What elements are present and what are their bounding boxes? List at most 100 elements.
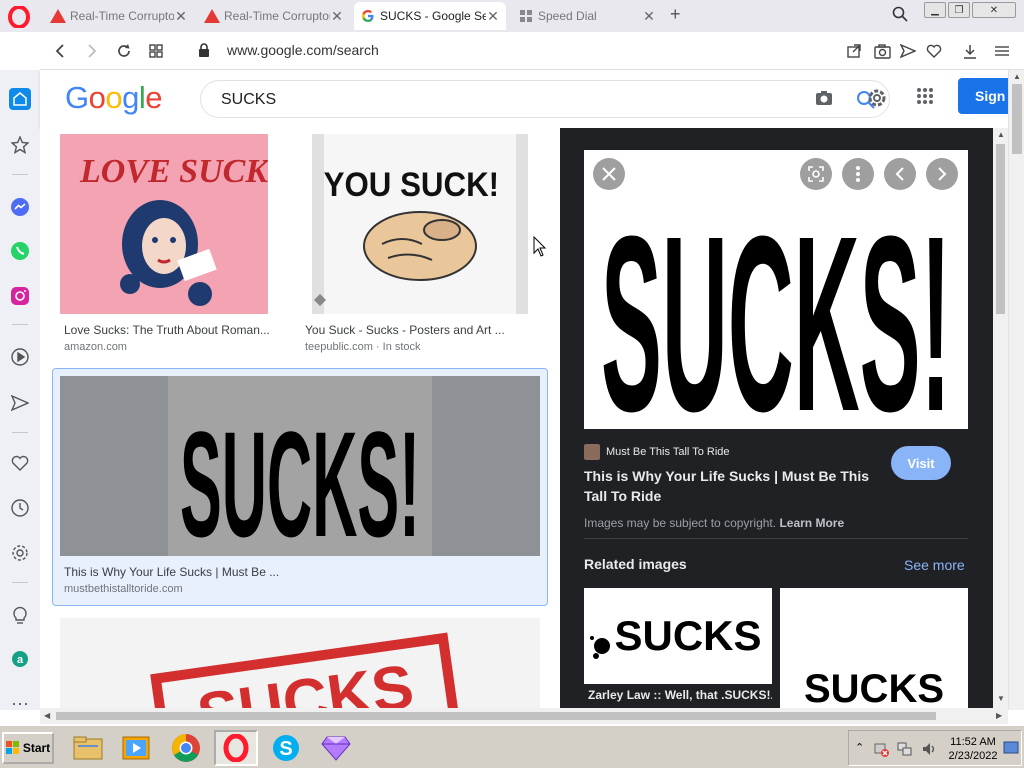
close-window-button[interactable]: ✕	[972, 2, 1016, 18]
preview-image[interactable]: SUCKS!	[584, 150, 968, 429]
preview-scrollbar[interactable]: ▲ ▼	[993, 128, 1008, 708]
volume-icon[interactable]	[921, 741, 937, 757]
tab-close-icon[interactable]: ✕	[330, 8, 344, 25]
tab-search-icon[interactable]	[892, 6, 908, 22]
tab-speed-dial[interactable]: Speed Dial ✕	[512, 2, 662, 30]
result-title[interactable]: Love Sucks: The Truth About Roman...	[64, 323, 274, 337]
next-image-icon[interactable]	[926, 158, 958, 190]
home-icon[interactable]	[9, 88, 31, 110]
my-flow-heart-icon[interactable]	[9, 452, 31, 474]
network-computers-icon[interactable]	[897, 741, 913, 757]
google-header: Google SUCKS Sign	[40, 70, 1018, 128]
tab-real-time-corruptor-1[interactable]: Real-Time Corruptor ✕	[44, 2, 194, 30]
page-scrollbar[interactable]: ▲	[1008, 70, 1024, 710]
history-clock-icon[interactable]	[9, 497, 31, 519]
result-image-love-sucks[interactable]: LOVE SUCKS	[60, 134, 268, 314]
previous-image-icon[interactable]	[884, 158, 916, 190]
instagram-icon[interactable]	[9, 285, 31, 307]
tab-close-icon[interactable]: ✕	[642, 8, 656, 25]
related-image-caption[interactable]: Zarley Law :: Well, that .SUCKS!...	[584, 684, 772, 708]
player-icon[interactable]	[9, 346, 31, 368]
preview-source[interactable]: Must Be This Tall To Ride	[584, 444, 730, 460]
download-icon[interactable]	[960, 41, 980, 61]
restore-window-button[interactable]: ❐	[948, 2, 970, 18]
image-results-grid: LOVE SUCKS Love Sucks: The Truth About R…	[40, 128, 560, 708]
media-player-icon[interactable]	[114, 730, 158, 766]
tab-label: Speed Dial	[538, 9, 597, 23]
more-dots-icon[interactable]: ···	[9, 692, 31, 714]
tab-real-time-corruptor-2[interactable]: Real-Time Corruptor ✕	[198, 2, 350, 30]
address-bar: www.google.com/search	[40, 32, 1024, 70]
result-source[interactable]: mustbethistalltoride.com	[64, 583, 183, 595]
reload-icon[interactable]	[114, 41, 134, 61]
camera-search-icon[interactable]	[815, 90, 833, 106]
tab-close-icon[interactable]: ✕	[174, 8, 188, 25]
preview-source-name[interactable]: Must Be This Tall To Ride	[606, 446, 730, 458]
mouse-cursor-icon	[533, 236, 547, 257]
chrome-icon[interactable]	[164, 730, 208, 766]
show-hidden-icons-chevron-icon[interactable]: ⌃	[855, 741, 864, 754]
tab-label: Real-Time Corruptor	[70, 9, 174, 23]
more-options-icon[interactable]	[842, 158, 874, 190]
opera-taskbar-icon[interactable]	[214, 730, 258, 766]
result-image-sucks[interactable]: SUCKS!	[60, 376, 540, 556]
tab-grid-icon[interactable]	[146, 41, 166, 61]
scrollbar-thumb[interactable]	[996, 144, 1005, 314]
related-image-2[interactable]: SUCKS	[780, 588, 968, 708]
settings-gear-icon[interactable]	[866, 87, 888, 109]
easy-setup-menu-icon[interactable]	[992, 41, 1012, 61]
forward-arrow-icon[interactable]	[82, 41, 102, 61]
send-flow-icon[interactable]	[9, 392, 31, 414]
svg-text:a: a	[17, 654, 24, 666]
snapshot-share-icon[interactable]	[844, 41, 864, 61]
tab-google-search[interactable]: SUCKS - Google Sear ✕	[354, 2, 506, 30]
url-field[interactable]: www.google.com/search	[227, 42, 379, 58]
related-image-1[interactable]: SUCKS Zarley Law :: Well, that .SUCKS!..…	[584, 588, 772, 708]
opera-sidebar: a ···	[0, 70, 40, 713]
result-image-sucks-stamp[interactable]: SUCKS	[60, 618, 540, 708]
amazon-assistant-icon[interactable]: a	[9, 648, 31, 670]
heart-icon[interactable]	[924, 41, 944, 61]
search-query-text[interactable]: SUCKS	[221, 91, 276, 109]
result-title[interactable]: You Suck - Sucks - Posters and Art ...	[305, 323, 519, 337]
see-more-link[interactable]: See more	[904, 557, 965, 573]
back-arrow-icon[interactable]	[50, 41, 70, 61]
lock-icon[interactable]	[198, 43, 210, 58]
result-image-you-suck[interactable]: YOU SUCK!	[312, 134, 528, 314]
new-tab-plus-icon[interactable]: +	[670, 4, 681, 25]
scrollbar-thumb[interactable]	[56, 712, 936, 720]
scrollbar-thumb[interactable]	[1012, 84, 1022, 154]
messenger-icon[interactable]	[9, 196, 31, 218]
tab-close-icon[interactable]: ✕	[486, 8, 500, 25]
google-logo[interactable]: Google	[65, 80, 163, 116]
show-desktop-icon[interactable]	[1003, 741, 1019, 755]
camera-icon[interactable]	[872, 41, 892, 61]
start-button[interactable]: Start	[2, 732, 54, 764]
google-apps-grid-icon[interactable]	[916, 87, 934, 105]
horizontal-scrollbar[interactable]: ◀ ▶	[40, 708, 1008, 724]
minimize-window-button[interactable]: ▁	[924, 2, 946, 18]
result-source[interactable]: amazon.com	[64, 341, 127, 353]
copyright-notice: Images may be subject to copyright. Lear…	[584, 516, 844, 530]
close-preview-button[interactable]	[593, 158, 625, 190]
whatsapp-icon[interactable]	[9, 240, 31, 262]
learn-more-link[interactable]: Learn More	[779, 516, 844, 530]
tips-lightbulb-icon[interactable]	[9, 604, 31, 626]
skype-icon[interactable]: S	[264, 730, 308, 766]
gem-app-icon[interactable]	[314, 730, 358, 766]
result-source[interactable]: teepublic.com · In stock	[305, 341, 421, 353]
bookmarks-star-icon[interactable]	[9, 134, 31, 156]
network-warning-icon[interactable]	[873, 741, 889, 757]
visit-button[interactable]: Visit	[891, 446, 951, 480]
related-image-text: SUCKS	[804, 667, 944, 708]
search-input[interactable]: SUCKS	[200, 80, 890, 118]
file-explorer-icon[interactable]	[66, 730, 110, 766]
preview-title[interactable]: This is Why Your Life Sucks | Must Be Th…	[584, 466, 874, 506]
settings-gear-icon[interactable]	[9, 542, 31, 564]
result-title[interactable]: This is Why Your Life Sucks | Must Be ..…	[64, 565, 304, 579]
system-clock[interactable]: 11:52 AM 2/23/2022	[945, 735, 1001, 763]
send-icon[interactable]	[898, 41, 918, 61]
preview-image-text: SUCKS!	[601, 184, 951, 429]
opera-menu-icon[interactable]	[8, 6, 30, 28]
search-inside-image-icon[interactable]	[800, 158, 832, 190]
